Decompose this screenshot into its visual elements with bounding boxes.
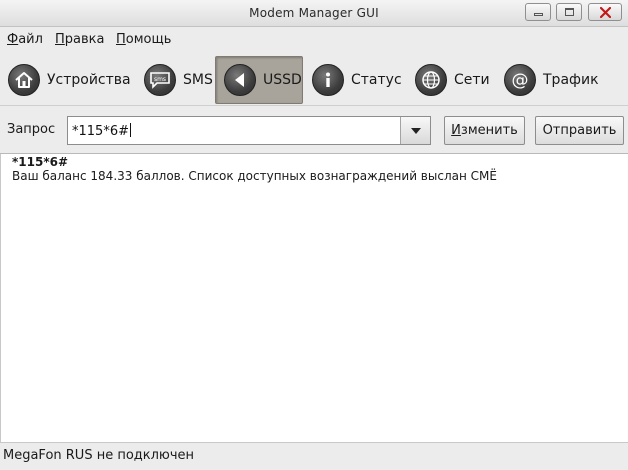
maximize-button[interactable]: [556, 3, 582, 21]
ussd-request-value: *115*6#: [72, 124, 129, 139]
tab-ussd[interactable]: USSD: [215, 56, 303, 104]
dropdown-button[interactable]: [400, 117, 430, 144]
status-bar: MegaFon RUS не подключен: [0, 442, 628, 470]
svg-text:@: @: [512, 71, 529, 91]
ussd-command-echo: *115*6#: [12, 155, 69, 169]
change-button[interactable]: Изменить: [444, 116, 525, 145]
menu-edit[interactable]: Правка: [55, 32, 104, 47]
tab-sms-label: SMS: [183, 72, 213, 88]
tab-devices-label: Устройства: [47, 72, 131, 88]
tab-status[interactable]: Статус: [304, 56, 406, 104]
at-icon: @: [504, 64, 536, 96]
tab-traffic-label: Трафик: [543, 72, 599, 88]
maximize-icon: [565, 8, 574, 16]
ussd-output-area[interactable]: *115*6# Ваш баланс 184.33 баллов. Список…: [0, 154, 628, 442]
close-button[interactable]: [588, 3, 622, 21]
minimize-button[interactable]: [525, 3, 551, 21]
menu-help[interactable]: Помощь: [116, 32, 171, 47]
minimize-icon: [534, 13, 543, 16]
menu-bar: Файл Правка Помощь: [0, 27, 628, 52]
ussd-query-row: Запрос *115*6# Изменить Отправить: [0, 106, 628, 154]
home-icon: [8, 64, 40, 96]
tab-devices[interactable]: Устройства: [0, 56, 136, 104]
ussd-response-text: Ваш баланс 184.33 баллов. Список доступн…: [12, 169, 497, 183]
tab-traffic[interactable]: @ Трафик: [496, 56, 606, 104]
tab-networks-label: Сети: [454, 72, 490, 88]
text-cursor: [129, 123, 131, 137]
chevron-down-icon: [411, 128, 421, 134]
title-bar: Modem Manager GUI: [0, 0, 628, 27]
send-button[interactable]: Отправить: [535, 116, 624, 145]
close-icon: [589, 4, 621, 20]
query-label: Запрос: [7, 122, 56, 137]
sms-icon: sms: [144, 64, 176, 96]
ussd-request-input[interactable]: *115*6#: [72, 123, 131, 139]
tab-ussd-label: USSD: [263, 72, 302, 88]
toolbar: Устройства sms SMS USSD Статус Сети @ Тр…: [0, 52, 628, 106]
ussd-request-combobox[interactable]: *115*6#: [67, 116, 431, 145]
tab-networks[interactable]: Сети: [407, 56, 496, 104]
globe-icon: [415, 64, 447, 96]
connection-status: MegaFon RUS не подключен: [3, 448, 195, 463]
menu-file[interactable]: Файл: [7, 32, 43, 47]
tab-status-label: Статус: [351, 72, 402, 88]
svg-text:sms: sms: [154, 76, 166, 83]
speaker-icon: [224, 64, 256, 96]
info-icon: [312, 64, 344, 96]
tab-sms[interactable]: sms SMS: [136, 56, 214, 104]
